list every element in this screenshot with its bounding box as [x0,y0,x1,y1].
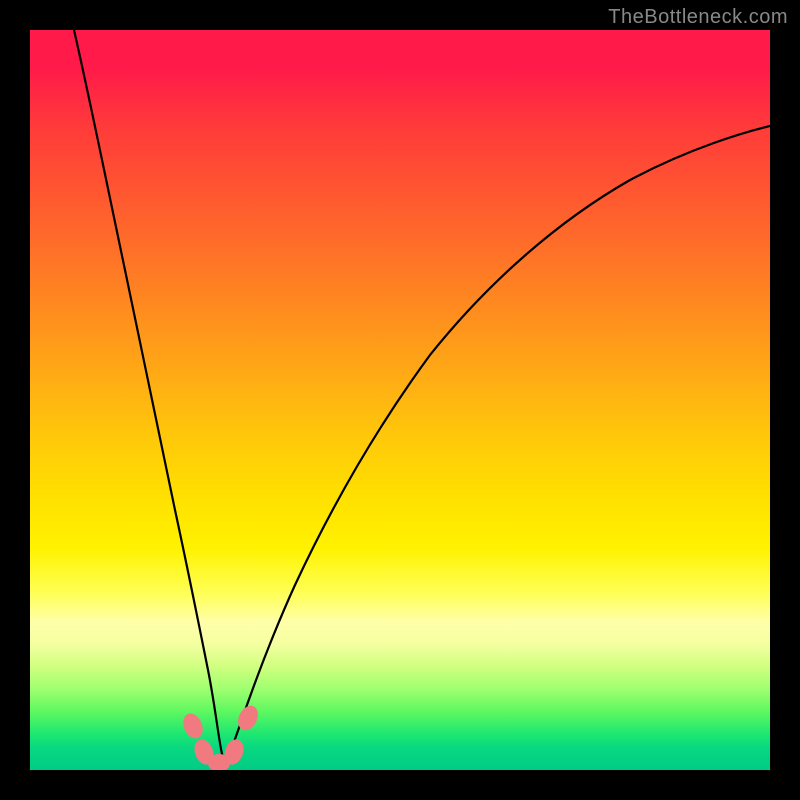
bottleneck-curve-left [74,30,225,765]
plot-area [30,30,770,770]
bottleneck-curve-right [225,126,770,765]
watermark-label: TheBottleneck.com [608,6,788,29]
optimal-blob [179,710,206,741]
curve-layer [30,30,770,770]
chart-container: TheBottleneck.com [0,0,800,800]
